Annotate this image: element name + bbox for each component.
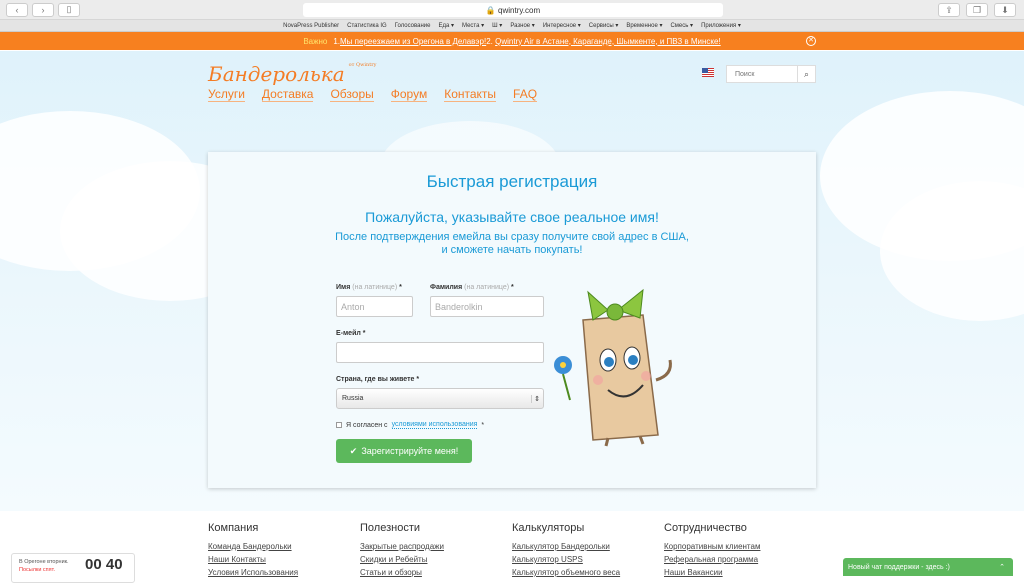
- footer-link[interactable]: Наши Контакты: [208, 555, 360, 564]
- bookmark-item[interactable]: Смесь ▾: [670, 22, 693, 29]
- last-name-label: Фамилия (на латинице) *: [430, 284, 514, 291]
- main-nav: Услуги Доставка Обзоры Форум Контакты FAQ: [208, 87, 538, 102]
- country-label: Страна, где вы живете *: [336, 376, 420, 383]
- us-flag-icon[interactable]: [702, 68, 714, 77]
- notice-bar: Важно 1. Мы переезжаем из Орегона в Дела…: [0, 32, 1024, 50]
- agree-text: Я согласен с: [346, 421, 388, 429]
- required-mark: *: [481, 421, 485, 429]
- bookmark-item[interactable]: NovaPress Publisher: [283, 23, 339, 29]
- bookmark-item[interactable]: Ш ▾: [492, 22, 502, 29]
- last-name-input[interactable]: Banderolkin: [430, 296, 544, 317]
- close-icon[interactable]: ✕: [806, 36, 816, 46]
- check-icon: ✔: [349, 445, 358, 456]
- mascot-illustration: [554, 288, 672, 447]
- first-name-input[interactable]: Anton: [336, 296, 413, 317]
- footer: Компания Команда Бандерольки Наши Контакты…: [208, 522, 816, 581]
- footer-link[interactable]: Калькулятор Бандерольки: [512, 542, 664, 551]
- address-bar[interactable]: 🔒 qwintry.com: [303, 3, 723, 17]
- terms-link[interactable]: условиями использования: [391, 421, 478, 429]
- oregon-clock: В Орегоне вторник. Посылки спят. 00 40: [11, 553, 135, 583]
- footer-heading: Компания: [208, 522, 259, 534]
- agree-row: Я согласен с условиями использования *: [336, 421, 484, 429]
- nav-item[interactable]: Доставка: [261, 87, 314, 102]
- clock-line: В Орегоне вторник.: [19, 559, 69, 565]
- notice-label: Важно: [303, 36, 328, 46]
- note-line: и сможете начать покупать!: [441, 244, 583, 256]
- support-chat-button[interactable]: Новый чат поддержки - здесь :) ⌃: [843, 558, 1013, 576]
- clock-time: 00 40: [85, 556, 123, 573]
- footer-link[interactable]: Скидки и Ребейты: [360, 555, 512, 564]
- form-subtitle: Пожалуйста, указывайте свое реальное имя…: [365, 209, 659, 225]
- logo-sub: от Qwintry: [348, 62, 377, 68]
- search-input[interactable]: [727, 66, 797, 82]
- back-button[interactable]: ‹: [6, 2, 28, 17]
- country-select[interactable]: Russia: [336, 388, 544, 409]
- browser-toolbar: ‹ › ▯ 🔒 qwintry.com ⇪ ❐ ⬇: [0, 0, 1024, 20]
- bookmark-item[interactable]: Сервисы ▾: [589, 22, 619, 29]
- bookmark-item[interactable]: Приложения ▾: [701, 22, 741, 29]
- download-button[interactable]: ⬇: [994, 3, 1016, 17]
- bookmark-item[interactable]: Разное ▾: [510, 22, 535, 29]
- first-name-label: Имя (на латинице) *: [336, 284, 402, 291]
- footer-link[interactable]: Команда Бандерольки: [208, 542, 360, 551]
- footer-heading: Калькуляторы: [512, 522, 585, 534]
- bookmark-item[interactable]: Интересное ▾: [543, 22, 581, 29]
- search-icon[interactable]: ⌕: [797, 66, 815, 82]
- url-text: qwintry.com: [498, 5, 541, 15]
- notice-text: 2.: [486, 36, 493, 46]
- bookmark-item[interactable]: Места ▾: [462, 22, 484, 29]
- registration-card: Быстрая регистрация Пожалуйста, указывай…: [208, 152, 816, 488]
- logo[interactable]: Бандеролька от Qwintry: [208, 62, 376, 86]
- search-box: ⌕: [726, 65, 816, 83]
- chat-label: Новый чат поддержки - здесь :): [848, 563, 950, 571]
- footer-column: Компания Команда Бандерольки Наши Контакты…: [208, 522, 360, 581]
- note-line: После подтверждения емейла вы сразу полу…: [335, 231, 689, 243]
- nav-item[interactable]: Обзоры: [330, 87, 374, 102]
- nav-item[interactable]: Форум: [390, 87, 428, 102]
- forward-button[interactable]: ›: [32, 2, 54, 17]
- logo-text: Бандеролька: [208, 62, 345, 86]
- footer-column: Сотрудничество Корпоративным клиентам Рефе…: [664, 522, 816, 581]
- notice-text: 1.: [333, 36, 340, 46]
- tabs-button[interactable]: ❐: [966, 3, 988, 17]
- agree-checkbox[interactable]: [336, 422, 342, 428]
- bookmark-item[interactable]: Статистика IG: [347, 23, 387, 29]
- clock-status: Посылки спят.: [19, 567, 56, 573]
- footer-heading: Полезности: [360, 522, 420, 534]
- notice-link-2[interactable]: Qwintry Air в Астане, Караганде, Шымкент…: [495, 37, 721, 46]
- bookmark-item[interactable]: Временное ▾: [626, 22, 662, 29]
- footer-link[interactable]: Корпоративным клиентам: [664, 542, 816, 551]
- email-input[interactable]: [336, 342, 544, 363]
- nav-item[interactable]: FAQ: [513, 87, 538, 102]
- email-label: E-мейл *: [336, 330, 366, 337]
- form-title: Быстрая регистрация: [426, 172, 598, 191]
- nav-item[interactable]: Контакты: [444, 87, 497, 102]
- share-button[interactable]: ⇪: [938, 3, 960, 17]
- bookmark-item[interactable]: Голосование: [395, 23, 431, 29]
- bookmarks-bar: NovaPress Publisher Статистика IG Голосова…: [0, 20, 1024, 32]
- nav-item[interactable]: Услуги: [208, 87, 245, 102]
- footer-column: Калькуляторы Калькулятор Бандерольки Кальк…: [512, 522, 664, 581]
- footer-link[interactable]: Реферальная программа: [664, 555, 816, 564]
- register-button[interactable]: ✔ Зарегистрируйте меня!: [336, 439, 472, 463]
- bookmark-item[interactable]: Еда ▾: [438, 22, 454, 29]
- sidebar-button[interactable]: ▯: [58, 2, 80, 17]
- footer-heading: Сотрудничество: [664, 522, 747, 534]
- chevron-up-icon: ⌃: [999, 564, 1005, 571]
- form-note: После подтверждения емейла вы сразу полу…: [208, 231, 816, 257]
- notice-link-1[interactable]: Мы переезжаем из Орегона в Делавэр!: [340, 37, 486, 46]
- footer-link[interactable]: Закрытые распродажи: [360, 542, 512, 551]
- footer-column: Полезности Закрытые распродажи Скидки и Ре…: [360, 522, 512, 581]
- footer-link[interactable]: Калькулятор USPS: [512, 555, 664, 564]
